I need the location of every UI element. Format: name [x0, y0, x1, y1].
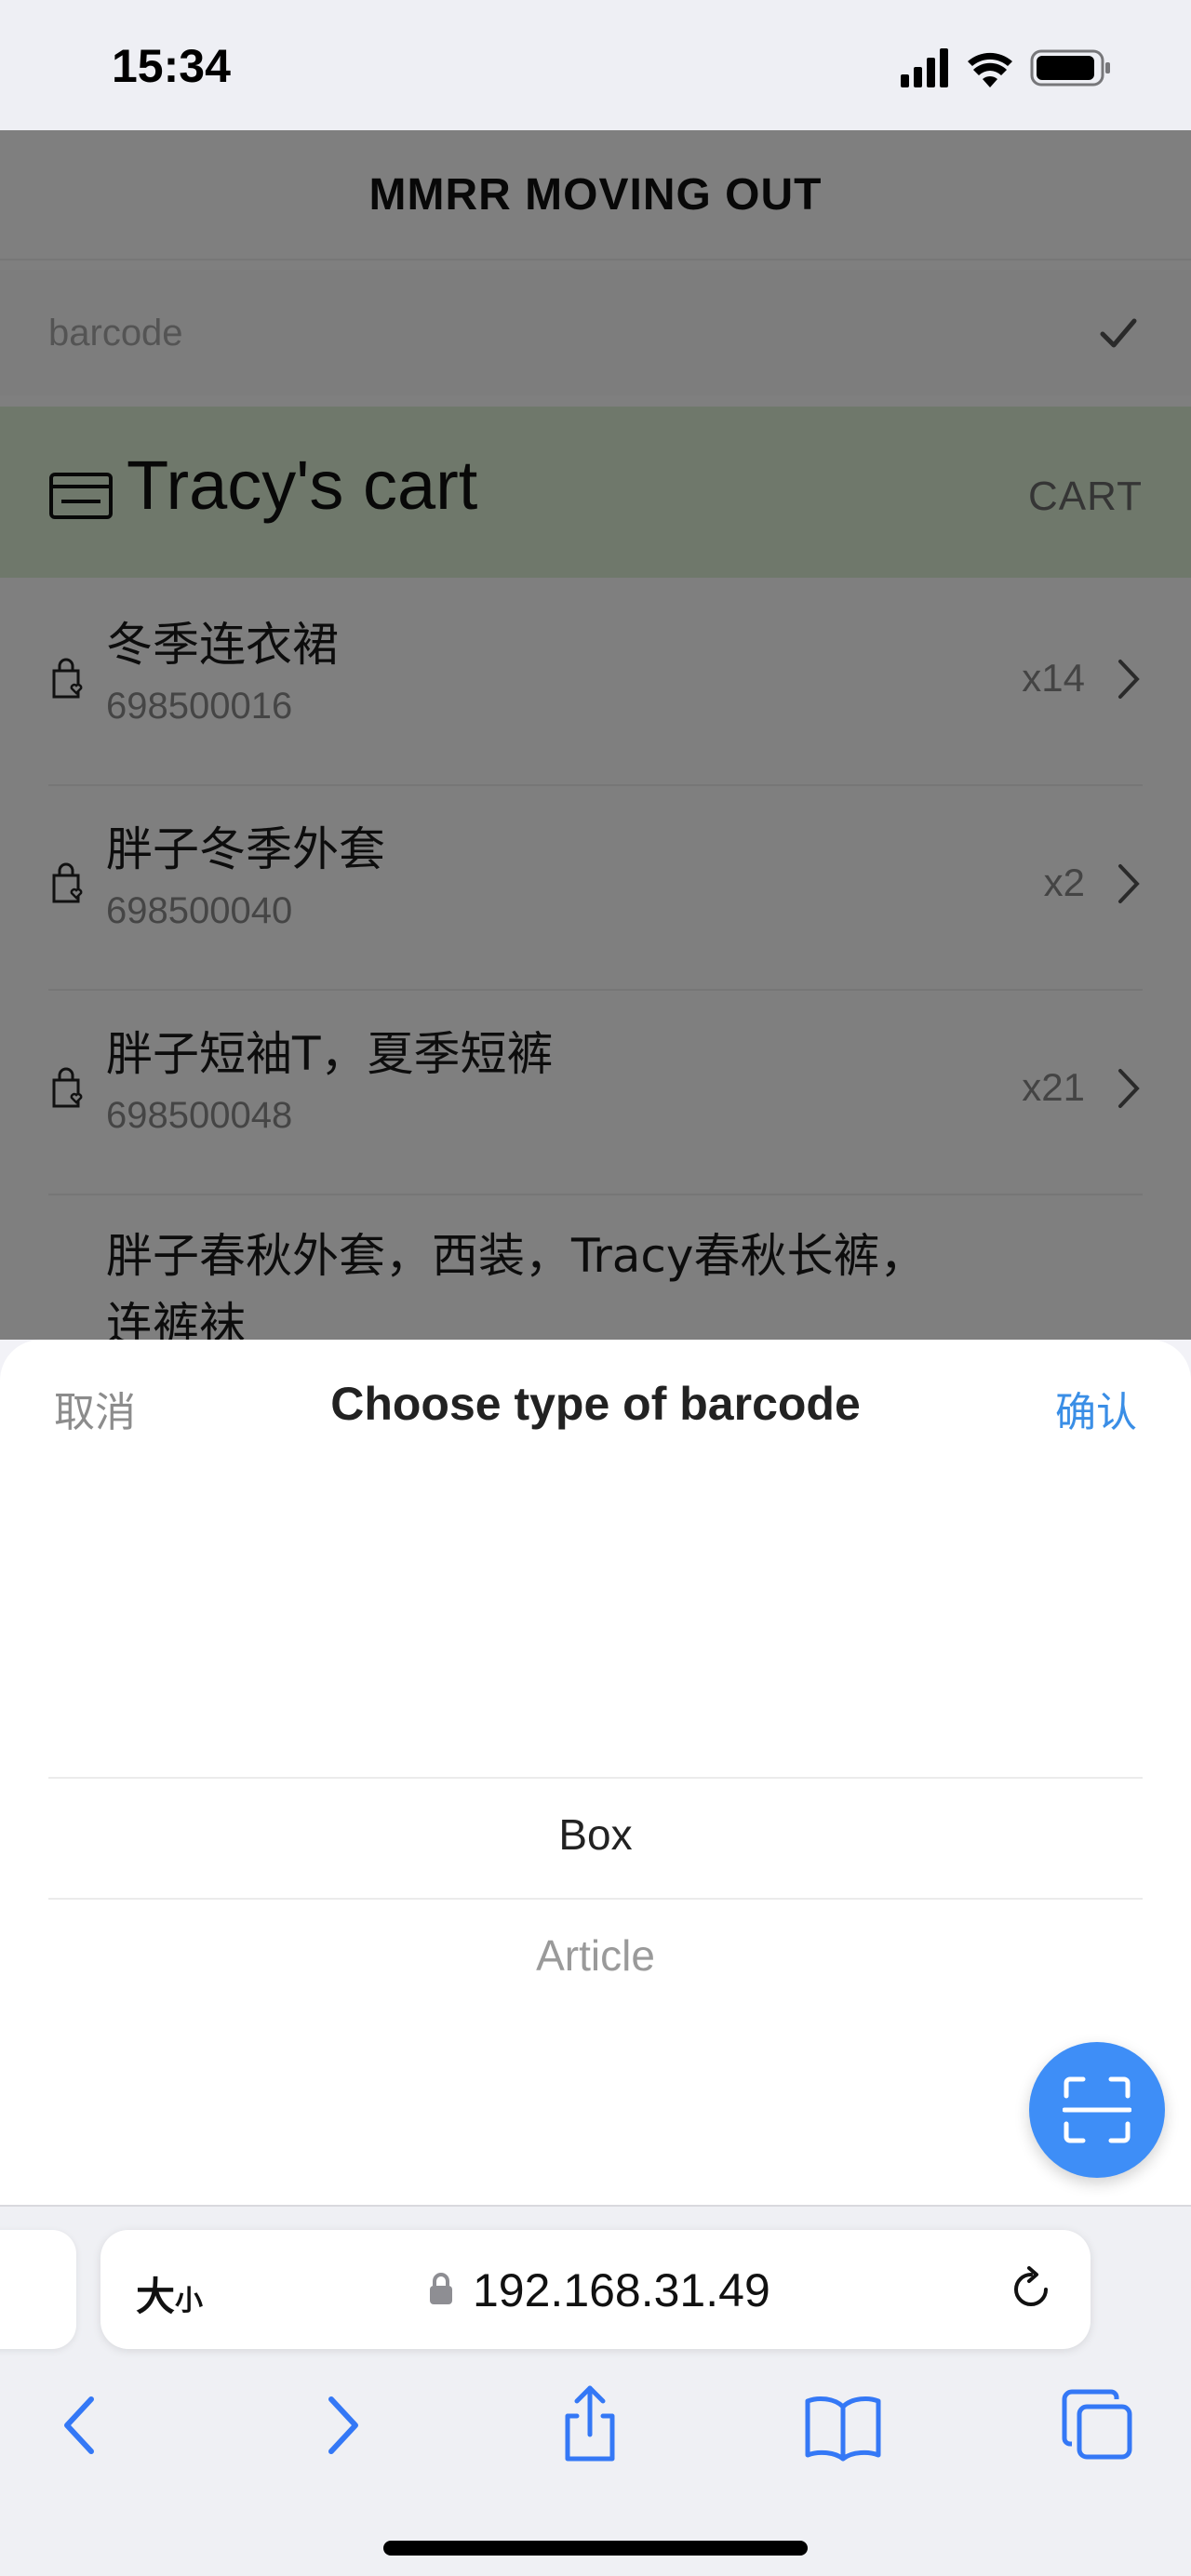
reload-icon[interactable] — [1007, 2265, 1055, 2314]
wifi-icon — [968, 52, 1012, 87]
forward-button[interactable] — [294, 2379, 387, 2472]
lock-icon — [430, 2273, 452, 2304]
back-button[interactable] — [35, 2379, 128, 2472]
share-icon — [565, 2385, 615, 2462]
battery-icon — [1030, 49, 1110, 87]
book-icon — [805, 2396, 881, 2462]
status-time: 15:34 — [112, 40, 231, 92]
picker-selection-bottom-line — [48, 1898, 1143, 1900]
picker-selection-top-line — [48, 1777, 1143, 1779]
chevron-left-icon — [64, 2396, 94, 2454]
browser-nav-row — [0, 2379, 1191, 2472]
home-indicator — [383, 2541, 808, 2556]
share-button[interactable] — [543, 2379, 636, 2472]
text-size-button[interactable]: 大小 — [136, 2265, 203, 2322]
sheet-title: Choose type of barcode — [330, 1378, 861, 1430]
picker-option-article[interactable]: Article — [0, 1930, 1191, 1981]
browser-toolbar: 大小 192.168.31.49 — [0, 2205, 1191, 2576]
modal-backdrop[interactable] — [0, 130, 1191, 1340]
previous-tab-preview[interactable] — [0, 2230, 76, 2349]
tabs-icon — [1062, 2389, 1132, 2460]
text-size-large-glyph: 大 — [136, 2274, 176, 2319]
scan-button[interactable] — [1029, 2042, 1165, 2178]
text-size-small-glyph: 小 — [175, 2285, 204, 2317]
chevron-right-icon — [328, 2396, 358, 2454]
scan-icon — [1063, 2076, 1131, 2143]
barcode-type-picker-sheet: 取消 Choose type of barcode 确认 Box Article — [0, 1340, 1191, 2205]
status-icons — [901, 48, 1110, 87]
cellular-signal-icon — [901, 48, 948, 87]
picker-option-box[interactable]: Box — [0, 1809, 1191, 1860]
address-bar[interactable]: 大小 192.168.31.49 — [100, 2230, 1091, 2349]
tabs-button[interactable] — [1051, 2379, 1144, 2472]
confirm-button[interactable]: 确认 — [1055, 1379, 1137, 1438]
url-text: 192.168.31.49 — [473, 2264, 770, 2316]
bookmarks-button[interactable] — [796, 2379, 890, 2472]
status-bar: 15:34 — [0, 0, 1191, 130]
